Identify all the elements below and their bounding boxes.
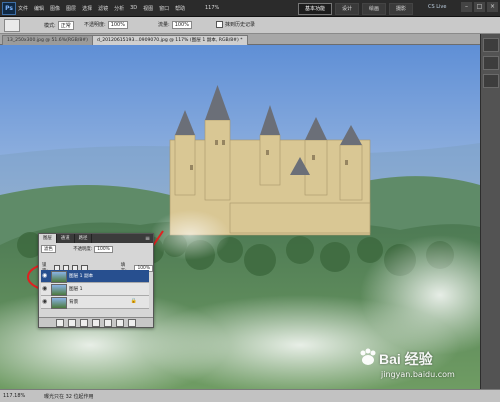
options-bar: 模式: 正常 不透明度: 100% 流量: 100% 抹到历史记录 (0, 17, 500, 34)
brush-tool-icon[interactable] (4, 19, 20, 32)
window-controls: – □ × (461, 2, 498, 12)
castle-photo (0, 45, 480, 389)
layer-name: 图层 1 副本 (69, 274, 94, 279)
add-mask-icon[interactable] (80, 318, 88, 327)
opacity-input[interactable]: 100% (107, 21, 128, 29)
blend-row: 滤色 不透明度: 100% (41, 245, 113, 253)
tab-channels[interactable]: 通道 (57, 234, 75, 243)
close-icon[interactable]: × (487, 2, 498, 12)
flow-input[interactable]: 100% (171, 21, 192, 29)
menu-layer[interactable]: 图层 (66, 5, 76, 12)
document-tabs: 13_250x300.jpg @ 51.6%(RGB/8#) d_2012061… (0, 34, 480, 45)
menu-list: 文件 编辑 图像 图层 选择 滤镜 分析 3D 视图 窗口 帮助 (18, 0, 191, 16)
status-message: 曝光只在 32 位起作用 (44, 394, 94, 400)
tab-document-1[interactable]: 13_250x300.jpg @ 51.6%(RGB/8#) (2, 35, 93, 45)
menu-view[interactable]: 视图 (143, 5, 153, 12)
menu-filter[interactable]: 滤镜 (98, 5, 108, 12)
workspace-design-button[interactable]: 设计 (335, 3, 360, 15)
menu-3d[interactable]: 3D (130, 5, 137, 11)
menu-help[interactable]: 帮助 (175, 5, 185, 12)
eye-icon[interactable]: ◉ (42, 285, 49, 292)
layer-opacity-input[interactable]: 100% (94, 246, 113, 253)
panel-color-icon[interactable] (483, 56, 499, 70)
menu-select[interactable]: 选择 (82, 5, 92, 12)
lock-icon: 🔒 (130, 298, 137, 304)
panel-menu-icon[interactable]: ≡ (145, 235, 150, 242)
mode-select[interactable]: 正常 (57, 21, 74, 30)
collapsed-panels-strip (480, 34, 500, 389)
status-bar: 117.18% 曝光只在 32 位起作用 (0, 389, 500, 402)
cs-live-button[interactable]: CS Live (428, 4, 446, 10)
opacity-control[interactable]: 不透明度: 100% (84, 21, 128, 29)
link-layers-icon[interactable] (56, 318, 64, 327)
erase-history-checkbox[interactable]: 抹到历史记录 (216, 21, 255, 28)
panel-swatches-icon[interactable] (483, 74, 499, 88)
layers-panel-footer (39, 317, 153, 327)
layer-row-1[interactable]: ◉ 图层 1 (41, 283, 149, 296)
menu-edit[interactable]: 编辑 (34, 5, 44, 12)
adjustment-layer-icon[interactable] (92, 318, 100, 327)
menu-bar: Ps 文件 编辑 图像 图层 选择 滤镜 分析 3D 视图 窗口 帮助 117%… (0, 0, 500, 17)
document-canvas[interactable] (0, 45, 480, 389)
workspace-photography-button[interactable]: 摄影 (389, 3, 414, 15)
paw-icon (360, 348, 376, 365)
panel-history-icon[interactable] (483, 38, 499, 52)
new-group-icon[interactable] (104, 318, 112, 327)
checkbox-icon[interactable] (216, 21, 223, 28)
layer-row-copy[interactable]: ◉ 图层 1 副本 (41, 270, 149, 283)
eye-icon[interactable]: ◉ (42, 298, 49, 305)
layer-name: 图层 1 (69, 287, 83, 292)
blend-mode-select[interactable]: 滤色 (41, 245, 56, 253)
tab-document-2[interactable]: d_20120615193...0909070.jpg @ 117% (图层 1… (92, 35, 248, 45)
tab-layers[interactable]: 图层 (39, 234, 57, 243)
maximize-icon[interactable]: □ (474, 2, 485, 12)
layer-name: 背景 (69, 300, 79, 305)
erase-history-label: 抹到历史记录 (225, 22, 256, 28)
tab-paths[interactable]: 路径 (75, 234, 93, 243)
eye-icon[interactable]: ◉ (42, 272, 49, 279)
workspace-switcher: 基本功能 设计 绘画 摄影 (298, 3, 414, 15)
flow-control[interactable]: 流量: 100% (158, 21, 192, 29)
menu-image[interactable]: 图像 (50, 5, 60, 12)
new-layer-icon[interactable] (116, 318, 124, 327)
layer-row-background[interactable]: ◉ 背景 🔒 (41, 296, 149, 309)
flow-label: 流量: (158, 22, 170, 28)
menu-analysis[interactable]: 分析 (114, 5, 124, 12)
mode-control[interactable]: 模式: 正常 (44, 21, 74, 30)
mode-label: 模式: (44, 23, 56, 29)
layers-panel-tabs: 图层 通道 路径 (39, 234, 153, 243)
photoshop-logo: Ps (2, 2, 16, 15)
layers-panel: 图层 通道 路径 ≡ 滤色 不透明度:100% 锁定: 填充:100% ◉ 图层… (38, 233, 154, 328)
opacity-label: 不透明度: (73, 247, 93, 252)
menu-file[interactable]: 文件 (18, 5, 28, 12)
watermark-brand: Bai 经验 (379, 351, 433, 367)
workspace-painting-button[interactable]: 绘画 (362, 3, 387, 15)
layer-thumbnail (51, 297, 67, 309)
layer-style-icon[interactable] (68, 318, 76, 327)
workspace-essentials-button[interactable]: 基本功能 (298, 3, 333, 15)
layer-thumbnail (51, 271, 67, 283)
baidu-watermark: Bai 经验 jingyan.baidu.com (353, 345, 483, 389)
layer-thumbnail (51, 284, 67, 296)
trash-icon[interactable] (128, 318, 136, 327)
menu-window[interactable]: 窗口 (159, 5, 169, 12)
opacity-label: 不透明度: (84, 22, 106, 28)
minimize-icon[interactable]: – (461, 2, 472, 12)
zoom-level[interactable]: 117% (205, 5, 219, 11)
status-zoom[interactable]: 117.18% (3, 393, 25, 399)
watermark-url: jingyan.baidu.com (381, 370, 455, 379)
